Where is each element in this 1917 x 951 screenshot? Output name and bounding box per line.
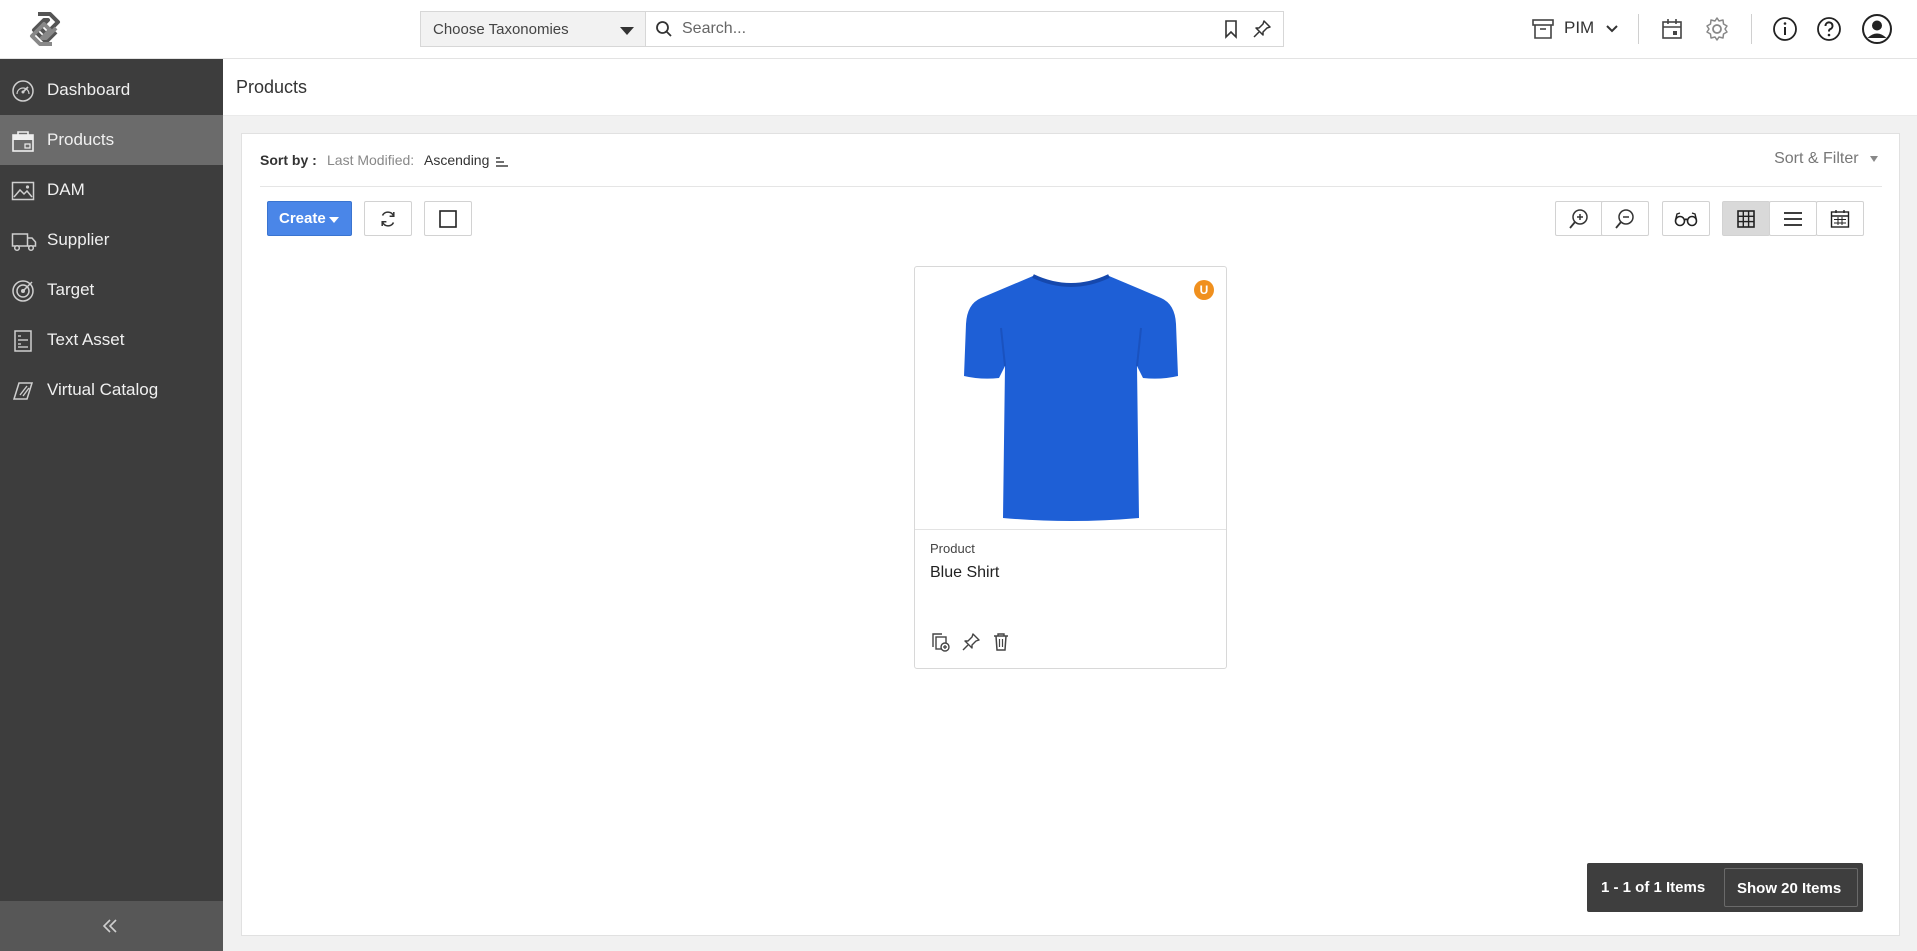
double-chevron-left-icon — [102, 919, 117, 933]
grid-icon — [1737, 209, 1755, 228]
info-icon[interactable] — [1772, 16, 1798, 47]
top-bar: Choose Taxonomies PIM — [0, 0, 1917, 59]
sidebar-item-text-asset[interactable]: Text Asset — [0, 315, 223, 365]
sidebar-item-target[interactable]: Target — [0, 265, 223, 315]
sidebar-item-virtual-catalog[interactable]: Virtual Catalog — [0, 365, 223, 415]
refresh-icon — [381, 210, 395, 227]
help-icon[interactable] — [1816, 16, 1842, 47]
status-badge: U — [1194, 280, 1214, 300]
sidebar-item-supplier[interactable]: Supplier — [0, 215, 223, 265]
calendar-icon — [1830, 209, 1850, 228]
page-size-button[interactable]: Show 20 Items — [1724, 868, 1858, 907]
caret-down-icon — [329, 217, 339, 223]
user-avatar-icon[interactable] — [1861, 13, 1893, 50]
module-label: PIM — [1564, 18, 1595, 37]
module-switcher[interactable]: PIM — [1564, 18, 1619, 44]
sort-direction[interactable]: Ascending — [424, 152, 489, 168]
sort-filter-toggle[interactable]: Sort & Filter — [1774, 150, 1879, 168]
sort-by-label: Sort by : — [260, 152, 317, 168]
sort-ascending-icon[interactable] — [495, 156, 509, 168]
trash-icon[interactable] — [992, 632, 1010, 657]
glasses-icon — [1674, 211, 1698, 226]
bookmark-icon[interactable] — [1223, 19, 1239, 44]
sidebar-item-label: Target — [47, 280, 95, 299]
sort-filter-label: Sort & Filter — [1774, 150, 1859, 167]
pin-icon[interactable] — [961, 632, 981, 657]
catalog-icon — [11, 379, 35, 408]
list-icon — [1784, 211, 1802, 226]
chevron-down-icon — [620, 27, 634, 35]
sidebar: Dashboard Products DAM Supplier Target T… — [0, 59, 223, 951]
sidebar-item-label: Text Asset — [47, 330, 125, 349]
refresh-button[interactable] — [364, 201, 412, 236]
tshirt-image — [964, 274, 1178, 521]
gear-icon[interactable] — [1704, 16, 1730, 47]
sidebar-item-dashboard[interactable]: Dashboard — [0, 65, 223, 115]
item-count: 1 - 1 of 1 Items — [1601, 879, 1706, 896]
text-document-icon — [11, 329, 35, 358]
taxonomy-select-label: Choose Taxonomies — [433, 21, 569, 38]
chevron-down-icon — [1606, 24, 1618, 32]
zoom-out-button[interactable] — [1601, 201, 1649, 236]
caret-down-icon — [1870, 155, 1878, 162]
sidebar-item-label: Dashboard — [47, 80, 131, 99]
list-view-button[interactable] — [1769, 201, 1817, 236]
select-all-checkbox[interactable] — [424, 201, 472, 236]
target-icon — [11, 279, 35, 308]
product-card[interactable]: U Product Blue Shirt — [914, 266, 1227, 669]
page-size-label: Show 20 Items — [1737, 880, 1842, 897]
sidebar-item-label: Products — [47, 130, 115, 149]
header-divider — [1751, 14, 1752, 44]
zoom-out-icon — [1615, 208, 1634, 229]
search-box — [645, 11, 1284, 47]
truck-icon — [11, 229, 37, 258]
speedometer-icon — [11, 79, 35, 108]
archive-box-icon — [1531, 17, 1555, 46]
sidebar-item-products[interactable]: Products — [0, 115, 223, 165]
app-logo-icon[interactable] — [20, 8, 70, 50]
grid-view-button[interactable] — [1722, 201, 1770, 236]
sort-bar: Sort by : Last Modified: Ascending Sort … — [242, 134, 1899, 187]
pagination-bar: 1 - 1 of 1 Items Show 20 Items — [1587, 863, 1863, 912]
create-button[interactable]: Create — [267, 201, 352, 236]
collapse-sidebar-button[interactable] — [0, 901, 223, 951]
checkbox-icon — [439, 209, 457, 228]
calendar-view-button[interactable] — [1816, 201, 1864, 236]
image-icon — [11, 179, 35, 208]
pin-icon[interactable] — [1252, 19, 1272, 44]
sidebar-item-label: Virtual Catalog — [47, 380, 159, 399]
sidebar-item-dam[interactable]: DAM — [0, 165, 223, 215]
preview-button[interactable] — [1662, 201, 1710, 236]
calendar-export-icon[interactable] — [1660, 17, 1684, 46]
page-title: Products — [236, 77, 308, 97]
sort-field[interactable]: Last Modified: — [327, 152, 414, 168]
taxonomy-select[interactable]: Choose Taxonomies — [420, 11, 646, 47]
sidebar-item-label: DAM — [47, 180, 85, 199]
sidebar-item-label: Supplier — [47, 230, 110, 249]
page-header: Products — [223, 59, 1917, 116]
product-box-icon — [11, 129, 35, 158]
search-icon — [655, 20, 673, 43]
divider — [260, 186, 1882, 187]
product-image[interactable]: U — [915, 267, 1226, 530]
create-button-label: Create — [279, 210, 326, 227]
zoom-in-button[interactable] — [1555, 201, 1603, 236]
zoom-in-icon — [1569, 208, 1588, 229]
duplicate-icon[interactable] — [930, 632, 950, 657]
product-type: Product — [930, 541, 975, 556]
search-input[interactable] — [682, 18, 1182, 40]
product-name[interactable]: Blue Shirt — [930, 564, 999, 582]
header-divider — [1638, 14, 1639, 44]
